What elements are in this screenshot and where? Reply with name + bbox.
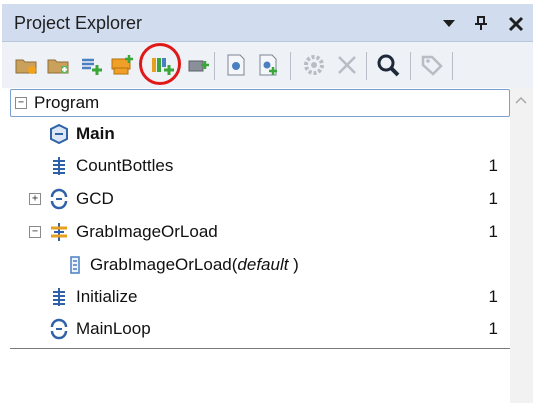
procedure-icon [48, 155, 70, 177]
tree-item-count: 1 [488, 189, 498, 208]
tree-item-label: CountBottles [76, 156, 174, 175]
tree-item-label: GCD [76, 189, 114, 208]
toolbar-separator [452, 52, 453, 80]
tree-item-grabimageorload-default[interactable]: GrabImageOrLoad(default ) [2, 250, 510, 280]
tree-root-program[interactable]: − Program [2, 88, 510, 118]
tree-item-gcd[interactable]: + GCD 1 [2, 184, 510, 214]
open-file-icon[interactable] [224, 53, 248, 77]
highlight-ring [139, 43, 181, 85]
add-file-icon[interactable] [256, 53, 280, 77]
tree-bottom-border [10, 348, 510, 349]
variant-suffix: default [237, 255, 289, 274]
panel-title-bar: Project Explorer [2, 4, 533, 42]
search-icon[interactable] [376, 53, 400, 77]
tree-item-initialize[interactable]: Initialize 1 [2, 282, 510, 312]
tree-item-mainloop[interactable]: MainLoop 1 [2, 314, 510, 344]
expand-toggle[interactable]: + [29, 193, 41, 205]
new-procedure-icon[interactable] [110, 53, 134, 77]
toolbar-separator [214, 52, 215, 80]
variant-name: GrabImageOrLoad( [90, 255, 238, 274]
new-folder-icon[interactable] [14, 53, 38, 77]
tag-icon[interactable] [420, 53, 444, 77]
variant-icon [64, 254, 86, 276]
add-folder-icon[interactable] [46, 53, 70, 77]
triangle-down-icon[interactable] [438, 11, 460, 35]
add-plugin-icon[interactable] [186, 53, 210, 77]
main-procedure-icon [48, 123, 70, 145]
toolbar-separator [366, 52, 367, 80]
tree-item-label: Main [76, 124, 115, 143]
settings-icon[interactable] [302, 53, 326, 77]
tree-item-main[interactable]: Main [2, 119, 510, 149]
add-list-icon[interactable] [79, 53, 103, 77]
variant-close: ) [288, 255, 299, 274]
tree-item-label: GrabImageOrLoad [76, 222, 218, 241]
toolbar-separator [410, 52, 411, 80]
scroll-up-icon[interactable] [515, 92, 527, 104]
collapse-toggle[interactable]: − [15, 97, 27, 109]
delete-icon[interactable] [335, 53, 359, 77]
tree-item-label: Program [34, 93, 100, 112]
branch-procedure-icon [48, 221, 70, 243]
project-tree: − Program Main CountBottles 1 + GCD 1 − … [2, 88, 510, 354]
tree-item-count: 1 [488, 222, 498, 241]
tree-item-countbottles[interactable]: CountBottles 1 [2, 151, 510, 181]
collapse-toggle[interactable]: − [29, 226, 41, 238]
tree-item-label: MainLoop [76, 319, 151, 338]
vertical-scrollbar[interactable] [510, 88, 533, 403]
tree-item-label: GrabImageOrLoad(default ) [90, 255, 299, 275]
toolbar [2, 42, 533, 88]
loop-procedure-icon [48, 318, 70, 340]
tree-item-count: 1 [488, 156, 498, 175]
tree-item-label: Initialize [76, 287, 138, 306]
pin-icon[interactable] [470, 11, 492, 35]
tree-item-grabimageorload[interactable]: − GrabImageOrLoad 1 [2, 217, 510, 247]
close-icon[interactable] [505, 11, 527, 35]
loop-procedure-icon [48, 188, 70, 210]
toolbar-separator [290, 52, 291, 80]
procedure-icon [48, 286, 70, 308]
panel-title: Project Explorer [14, 13, 143, 33]
tree-item-count: 1 [488, 287, 498, 306]
tree-item-count: 1 [488, 319, 498, 338]
